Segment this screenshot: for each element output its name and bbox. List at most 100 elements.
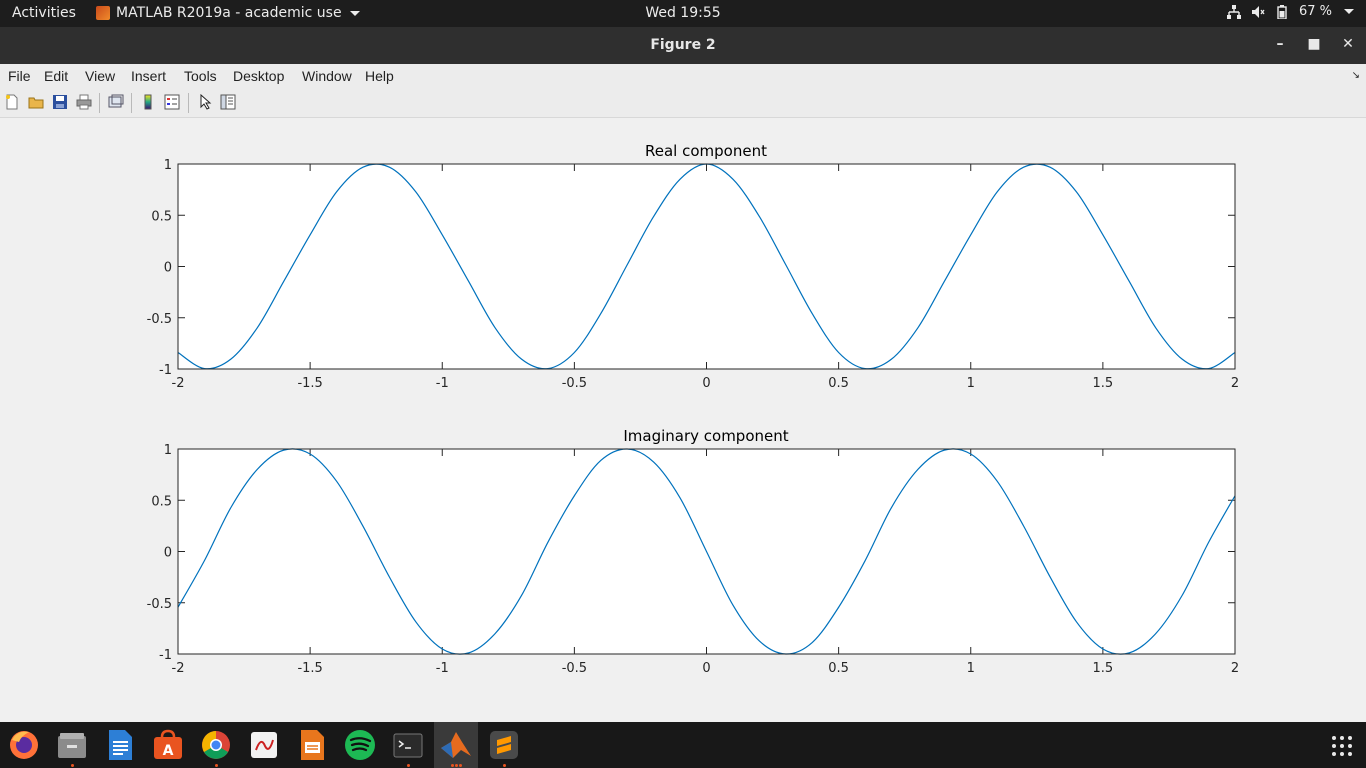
app-menu-label: MATLAB R2019a - academic use — [116, 5, 342, 21]
running-indicator — [451, 764, 454, 767]
x-tick-label: 1.5 — [1093, 376, 1114, 391]
menu-edit[interactable]: Edit — [44, 68, 68, 84]
property-inspector-icon[interactable] — [220, 94, 236, 110]
y-tick-label: -0.5 — [147, 312, 172, 327]
window-title: Figure 2 — [650, 37, 716, 53]
y-tick-label: -1 — [159, 363, 172, 378]
menu-help[interactable]: Help — [365, 68, 394, 84]
network-icon — [1226, 4, 1241, 19]
menu-bar: File Edit View Insert Tools Desktop Wind… — [0, 64, 1366, 88]
y-tick-label: -0.5 — [147, 597, 172, 612]
y-tick-label: 0.5 — [151, 209, 172, 224]
y-tick-label: 0 — [164, 546, 172, 561]
app-menu[interactable]: MATLAB R2019a - academic use — [96, 5, 360, 21]
menu-insert[interactable]: Insert — [131, 68, 166, 84]
svg-text:A: A — [163, 743, 174, 759]
files-icon[interactable] — [55, 728, 89, 762]
x-tick-label: -1 — [436, 376, 449, 391]
close-icon[interactable]: ✕ — [1340, 36, 1356, 52]
axes-background[interactable] — [178, 164, 1235, 369]
taskbar: A — [0, 722, 1366, 768]
x-tick-labels: -2 -1.5 -1 -0.5 0 0.5 1 1.5 2 — [172, 376, 1240, 391]
legend-icon[interactable] — [164, 94, 180, 110]
system-tray[interactable]: 67 % — [1226, 4, 1354, 19]
running-indicator — [407, 764, 410, 767]
x-tick-labels: -2 -1.5 -1 -0.5 0 0.5 1 1.5 2 — [172, 661, 1240, 676]
chrome-icon[interactable] — [199, 728, 233, 762]
menu-view[interactable]: View — [85, 68, 115, 84]
software-icon[interactable]: A — [151, 728, 185, 762]
menu-desktop[interactable]: Desktop — [233, 68, 284, 84]
y-tick-label: 0 — [164, 261, 172, 276]
open-file-icon[interactable] — [28, 94, 44, 110]
running-indicator — [71, 764, 74, 767]
x-tick-label: 1 — [967, 661, 975, 676]
volume-muted-icon — [1251, 5, 1265, 18]
running-indicator — [215, 764, 218, 767]
matlab-small-icon — [96, 6, 110, 20]
x-tick-label: 2 — [1231, 376, 1239, 391]
edit-plot-icon[interactable] — [197, 94, 213, 110]
toolbar-separator — [99, 93, 100, 113]
writer-icon[interactable] — [103, 728, 137, 762]
running-indicator — [455, 764, 458, 767]
figure-toolbar — [0, 88, 1366, 118]
y-tick-label: 1 — [164, 443, 172, 458]
x-tick-label: 0.5 — [828, 661, 849, 676]
toolbar-separator — [188, 93, 189, 113]
y-tick-labels: -1 -0.5 0 0.5 1 — [147, 443, 172, 663]
figure-canvas: Real component -2 -1.5 -1 -0.5 0 0.5 1 1… — [0, 118, 1366, 722]
running-indicator — [459, 764, 462, 767]
menu-window[interactable]: Window — [302, 68, 352, 84]
menu-file[interactable]: File — [8, 68, 31, 84]
y-tick-label: -1 — [159, 648, 172, 663]
spotify-icon[interactable] — [343, 728, 377, 762]
firefox-icon[interactable] — [7, 728, 41, 762]
x-tick-label: 1.5 — [1093, 661, 1114, 676]
x-tick-label: 1 — [967, 376, 975, 391]
dock-figure-icon[interactable]: ↘ — [1352, 70, 1360, 81]
new-figure-icon[interactable] — [4, 94, 20, 110]
subplot-title: Imaginary component — [623, 427, 788, 445]
subplot-real: Real component -2 -1.5 -1 -0.5 0 0.5 1 1… — [147, 142, 1240, 391]
print-icon[interactable] — [76, 94, 92, 110]
x-tick-label: 0 — [702, 661, 710, 676]
x-tick-label: -0.5 — [562, 661, 587, 676]
y-tick-labels: -1 -0.5 0 0.5 1 — [147, 158, 172, 378]
x-tick-label: -1.5 — [297, 376, 322, 391]
activities-button[interactable]: Activities — [12, 5, 76, 21]
x-tick-label: 2 — [1231, 661, 1239, 676]
maximize-icon[interactable]: ■ — [1306, 36, 1322, 52]
x-tick-label: 0 — [702, 376, 710, 391]
impress-icon[interactable] — [295, 728, 329, 762]
x-tick-label: -2 — [172, 376, 185, 391]
window-titlebar[interactable]: Figure 2 – ■ ✕ — [0, 27, 1366, 64]
x-tick-label: 0.5 — [828, 376, 849, 391]
y-tick-label: 0.5 — [151, 494, 172, 509]
save-icon[interactable] — [52, 94, 68, 110]
terminal-icon[interactable] — [391, 728, 425, 762]
toolbar-separator — [131, 93, 132, 113]
chevron-down-icon — [349, 10, 360, 16]
clock[interactable]: Wed 19:55 — [645, 5, 720, 21]
matlab-icon[interactable] — [439, 728, 473, 762]
x-tick-label: -1.5 — [297, 661, 322, 676]
figure-svg: Real component -2 -1.5 -1 -0.5 0 0.5 1 1… — [147, 142, 1240, 676]
y-tick-label: 1 — [164, 158, 172, 173]
document-viewer-icon[interactable] — [247, 728, 281, 762]
minimize-icon[interactable]: – — [1272, 36, 1288, 52]
running-indicator — [503, 764, 506, 767]
menu-tools[interactable]: Tools — [184, 68, 217, 84]
top-bar: Activities MATLAB R2019a - academic use … — [0, 0, 1366, 27]
link-plot-icon[interactable] — [108, 94, 124, 110]
x-tick-label: -0.5 — [562, 376, 587, 391]
show-applications-icon[interactable] — [1332, 736, 1352, 756]
chevron-down-icon — [1344, 9, 1354, 14]
sublime-icon[interactable] — [487, 728, 521, 762]
x-tick-label: -2 — [172, 661, 185, 676]
subplot-title: Real component — [645, 142, 767, 160]
battery-percent: 67 % — [1298, 4, 1332, 19]
subplot-imaginary: Imaginary component -2 -1.5 -1 -0.5 0 0.… — [147, 427, 1240, 676]
colorbar-icon[interactable] — [140, 94, 156, 110]
battery-icon — [1277, 4, 1287, 19]
